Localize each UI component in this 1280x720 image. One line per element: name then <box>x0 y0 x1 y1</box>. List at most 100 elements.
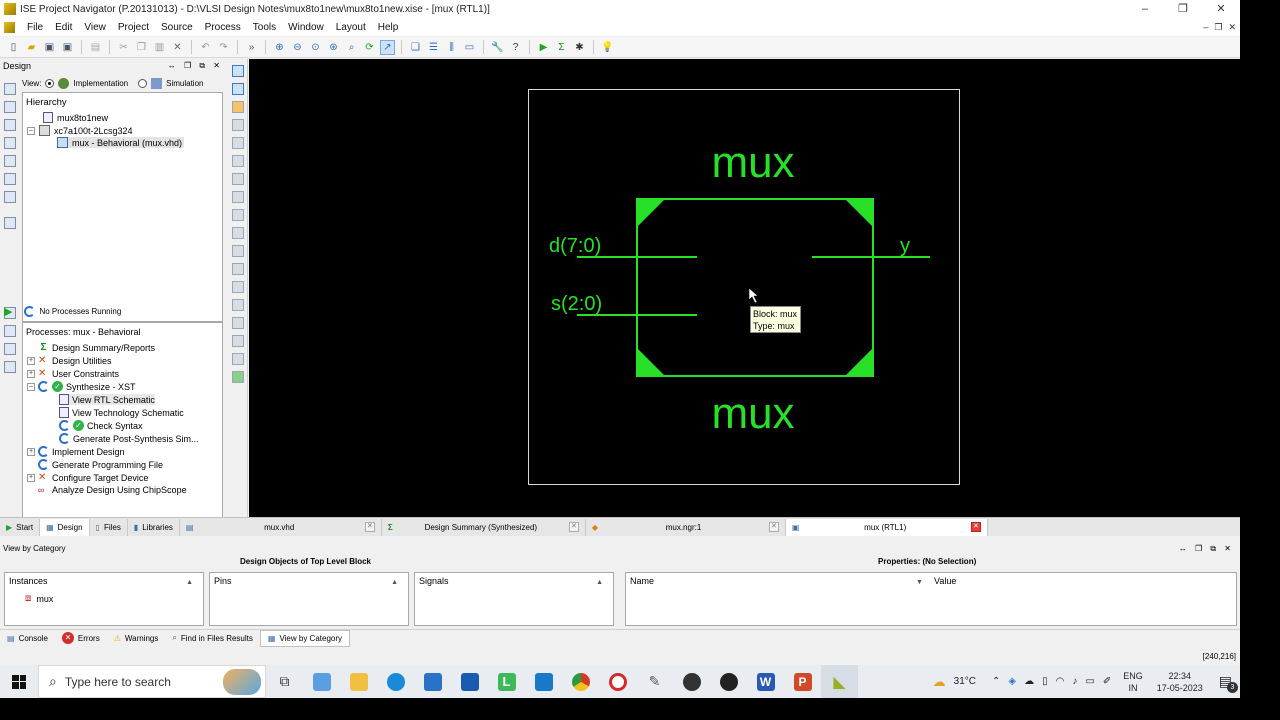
new-file-icon[interactable]: ▯ <box>6 40 21 55</box>
store-icon[interactable] <box>451 665 488 698</box>
hierarchy-icon[interactable] <box>4 119 16 131</box>
mail-icon[interactable] <box>414 665 451 698</box>
remove-icon[interactable] <box>4 137 16 149</box>
sort-arrow-icon[interactable]: ▲ <box>596 575 603 591</box>
expand-icon[interactable]: + <box>27 369 35 378</box>
tab-mux-rtl[interactable]: ▣ mux (RTL1) ✕ <box>785 518 988 536</box>
report-icon[interactable] <box>4 217 16 229</box>
close-window-button[interactable]: ✕ <box>1202 0 1240 18</box>
chevron-up-icon[interactable]: ⌃ <box>992 676 1000 687</box>
run-icon[interactable]: ▶ <box>536 40 551 55</box>
pen-icon[interactable]: ✐ <box>1103 676 1111 687</box>
refresh-icon[interactable]: ⟳ <box>362 40 377 55</box>
tile-horizontal-icon[interactable]: ☰ <box>426 40 441 55</box>
print-icon[interactable]: ▤ <box>88 40 103 55</box>
rename-icon[interactable] <box>232 173 244 185</box>
probe-icon[interactable]: ✱ <box>572 40 587 55</box>
sort-arrow-icon[interactable]: ▲ <box>391 575 398 591</box>
document-icon[interactable] <box>4 21 15 33</box>
clock[interactable]: 22:34 17-05-2023 <box>1157 670 1203 694</box>
implementation-label[interactable]: Implementation <box>73 79 128 88</box>
weather-icon[interactable]: ☁ <box>933 674 946 690</box>
add-net-name-icon[interactable] <box>232 155 244 167</box>
circle-app-icon[interactable] <box>710 665 747 698</box>
add-bus-tap-icon[interactable] <box>232 137 244 149</box>
mux-block-outline[interactable] <box>636 198 874 377</box>
signals-list[interactable]: Signals ▲ <box>414 572 614 626</box>
simulation-radio[interactable] <box>138 78 148 88</box>
sort-arrow-icon[interactable]: ▼ <box>916 575 923 591</box>
close-tab-icon[interactable]: ✕ <box>568 522 579 532</box>
process-item[interactable]: ✓ Check Syntax <box>59 420 143 431</box>
add-wire-icon[interactable] <box>232 83 244 95</box>
tab-view-by-category[interactable]: ▦ View by Category <box>259 629 351 647</box>
app-blue-icon[interactable] <box>525 665 562 698</box>
menu-layout[interactable]: Layout <box>330 22 372 33</box>
expand-icon[interactable]: + <box>27 356 35 365</box>
instances-list[interactable]: Instances ▲ ⧈ mux <box>4 572 204 626</box>
add-net-icon[interactable] <box>232 101 244 113</box>
process-item[interactable]: + ✕ Design Utilities <box>27 355 112 366</box>
pins-header[interactable]: Pins ▲ <box>210 573 408 589</box>
mux-block[interactable] <box>636 198 874 377</box>
signals-header[interactable]: Signals ▲ <box>415 573 613 589</box>
undo-icon[interactable]: ↶ <box>198 40 213 55</box>
sort-arrow-icon[interactable]: ▲ <box>186 575 193 591</box>
usb-icon[interactable]: ▯ <box>1042 676 1048 687</box>
select-tool-icon[interactable] <box>232 65 244 77</box>
tab-files[interactable]: ▯ Files <box>90 518 128 536</box>
file-explorer-icon[interactable] <box>303 665 340 698</box>
media-player-icon[interactable] <box>599 665 636 698</box>
copy-view-icon[interactable] <box>232 353 244 365</box>
zoom-in-icon[interactable]: ⊕ <box>272 40 287 55</box>
instances-header[interactable]: Instances ▲ <box>5 573 203 589</box>
add-bus-icon[interactable] <box>232 119 244 131</box>
menu-help[interactable]: Help <box>372 22 405 33</box>
task-view-icon[interactable]: ⧉ <box>266 665 303 698</box>
tree-item-project[interactable]: mux8to1new <box>43 112 108 123</box>
run-process-icon[interactable]: ▶ <box>4 305 12 318</box>
tree-item-mux[interactable]: mux - Behavioral (mux.vhd) <box>57 137 185 148</box>
delete-icon[interactable]: ✕ <box>170 40 185 55</box>
implementation-radio[interactable] <box>45 78 55 88</box>
menu-project[interactable]: Project <box>112 22 155 33</box>
properties-icon[interactable] <box>4 155 16 167</box>
menu-view[interactable]: View <box>78 22 112 33</box>
zoom-fit-icon[interactable]: ⊙ <box>308 40 323 55</box>
tab-start[interactable]: ▶ Start <box>0 518 41 536</box>
pen-tool-icon[interactable]: ✎ <box>636 665 673 698</box>
lock-icon[interactable] <box>4 173 16 185</box>
chrome-icon[interactable] <box>562 665 599 698</box>
paste-icon[interactable]: ▥ <box>152 40 167 55</box>
io-marker-icon[interactable] <box>232 191 244 203</box>
menu-tools[interactable]: Tools <box>247 22 282 33</box>
menu-file[interactable]: File <box>21 22 49 33</box>
close-tab-icon[interactable]: ✕ <box>970 522 981 532</box>
simulation-label[interactable]: Simulation <box>166 79 203 88</box>
rectangle-icon[interactable] <box>232 245 244 257</box>
close-tab-icon[interactable]: ✕ <box>364 522 375 532</box>
highlight-icon[interactable] <box>232 335 244 347</box>
doc-close-button[interactable]: ✕ <box>1228 18 1236 36</box>
tab-errors[interactable]: ✕ Errors <box>55 630 107 647</box>
export-icon[interactable] <box>232 371 244 383</box>
collapse-icon[interactable]: – <box>27 382 35 391</box>
expand-icon[interactable]: + <box>27 473 35 482</box>
settings-wrench-icon[interactable]: 🔧 <box>490 40 505 55</box>
tab-console[interactable]: ▤ Console <box>0 630 55 647</box>
value-column-header[interactable]: Value <box>934 573 956 589</box>
tile-vertical-icon[interactable]: ⫼ <box>444 40 459 55</box>
notification-center-icon[interactable]: ▤ 3 <box>1219 673 1238 693</box>
process-item[interactable]: – ✓ Synthesize - XST <box>27 381 136 392</box>
instance-item-mux[interactable]: ⧈ mux <box>25 593 53 604</box>
text-icon[interactable] <box>232 227 244 239</box>
collapse-icon[interactable]: – <box>27 126 35 135</box>
copy-icon[interactable]: ❐ <box>134 40 149 55</box>
help-query-icon[interactable]: ? <box>508 40 523 55</box>
edit-icon[interactable] <box>4 191 16 203</box>
add-source-icon[interactable] <box>4 83 16 95</box>
menu-process[interactable]: Process <box>199 22 247 33</box>
wifi-icon[interactable]: ◠ <box>1056 676 1065 687</box>
save-all-icon[interactable]: ▣ <box>60 40 75 55</box>
doc-minimize-button[interactable]: – <box>1203 18 1208 36</box>
